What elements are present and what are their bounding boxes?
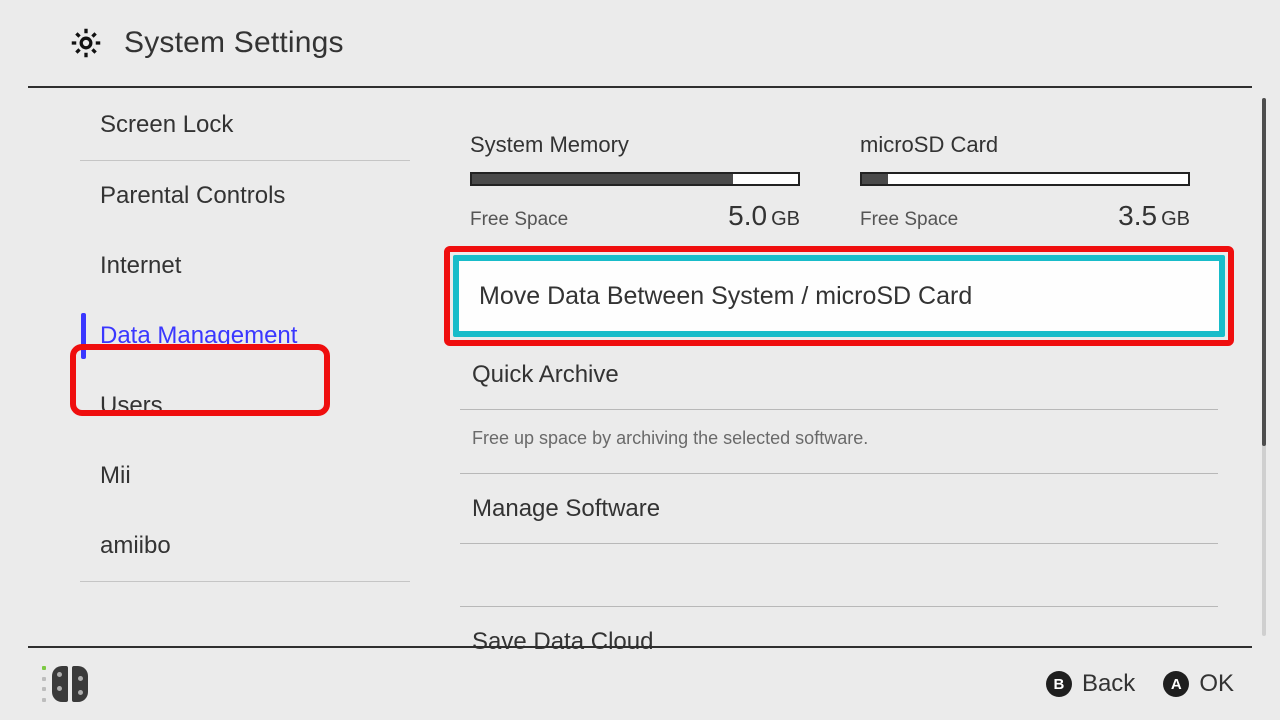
- storage-bar-fill: [472, 174, 733, 184]
- sidebar-item-label: Screen Lock: [100, 111, 233, 139]
- storage-bar-fill: [862, 174, 888, 184]
- b-button-icon: B: [1046, 671, 1072, 697]
- sidebar-item-label: Parental Controls: [100, 182, 285, 210]
- controller-icon: [42, 666, 88, 702]
- storage-sd: microSD Card Free Space 3.5GB: [860, 132, 1190, 232]
- sidebar-item-data-management[interactable]: Data Management: [80, 301, 410, 371]
- sidebar-item-label: Users: [100, 392, 163, 420]
- gear-icon: [68, 25, 104, 61]
- sidebar-item-label: Internet: [100, 252, 181, 280]
- sidebar-item-internet[interactable]: Internet: [80, 231, 410, 301]
- sidebar-item-label: Data Management: [100, 322, 297, 350]
- options-list: Move Data Between System / microSD Card …: [460, 262, 1218, 677]
- sidebar-item-parental-controls[interactable]: Parental Controls: [80, 161, 410, 231]
- sidebar-item-screen-lock[interactable]: Screen Lock: [80, 90, 410, 160]
- page-title: System Settings: [124, 26, 344, 60]
- free-space-label: Free Space: [470, 209, 568, 231]
- storage-system: System Memory Free Space 5.0GB: [470, 132, 800, 232]
- storage-bar: [470, 172, 800, 186]
- option-label: Move Data Between System / microSD Card: [479, 282, 972, 311]
- option-label: Quick Archive: [472, 361, 619, 389]
- body: Screen Lock Parental Controls Internet D…: [28, 90, 1252, 644]
- sidebar-item-users[interactable]: Users: [80, 371, 410, 441]
- option-quick-archive-desc: Free up space by archiving the selected …: [460, 410, 1218, 449]
- back-button[interactable]: B Back: [1046, 670, 1135, 698]
- back-label: Back: [1082, 670, 1135, 698]
- storage-title: System Memory: [470, 132, 800, 158]
- storage-meta: Free Space 5.0GB: [470, 200, 800, 232]
- footer: B Back A OK: [28, 646, 1252, 720]
- free-space-label: Free Space: [860, 209, 958, 231]
- footer-actions: B Back A OK: [1046, 670, 1234, 698]
- header: System Settings: [28, 0, 1252, 88]
- option-move-data[interactable]: Move Data Between System / microSD Card: [460, 246, 1218, 346]
- free-space-value: 5.0GB: [728, 200, 800, 232]
- content: System Memory Free Space 5.0GB microSD C…: [410, 90, 1252, 644]
- storage-meta: Free Space 3.5GB: [860, 200, 1190, 232]
- scrollbar-thumb[interactable]: [1262, 98, 1266, 446]
- sidebar-item-label: amiibo: [100, 532, 171, 560]
- option-label: Manage Software: [472, 495, 660, 523]
- storage-bar: [860, 172, 1190, 186]
- storage-row: System Memory Free Space 5.0GB microSD C…: [410, 90, 1252, 244]
- storage-title: microSD Card: [860, 132, 1190, 158]
- sidebar-item-mii[interactable]: Mii: [80, 441, 410, 511]
- ok-label: OK: [1199, 670, 1234, 698]
- option-manage-software[interactable]: Manage Software: [460, 474, 1218, 544]
- option-quick-archive[interactable]: Quick Archive: [460, 340, 1218, 410]
- option-highlight-inner: Move Data Between System / microSD Card: [453, 255, 1225, 337]
- sidebar: Screen Lock Parental Controls Internet D…: [28, 90, 410, 644]
- joycon-left-icon: [52, 666, 68, 702]
- free-space-value: 3.5GB: [1118, 200, 1190, 232]
- ok-button[interactable]: A OK: [1163, 670, 1234, 698]
- sidebar-separator: [80, 581, 410, 582]
- sidebar-item-amiibo[interactable]: amiibo: [80, 511, 410, 581]
- a-button-icon: A: [1163, 671, 1189, 697]
- sidebar-item-label: Mii: [100, 462, 131, 490]
- player-led-icon: [42, 666, 46, 702]
- joycon-right-icon: [72, 666, 88, 702]
